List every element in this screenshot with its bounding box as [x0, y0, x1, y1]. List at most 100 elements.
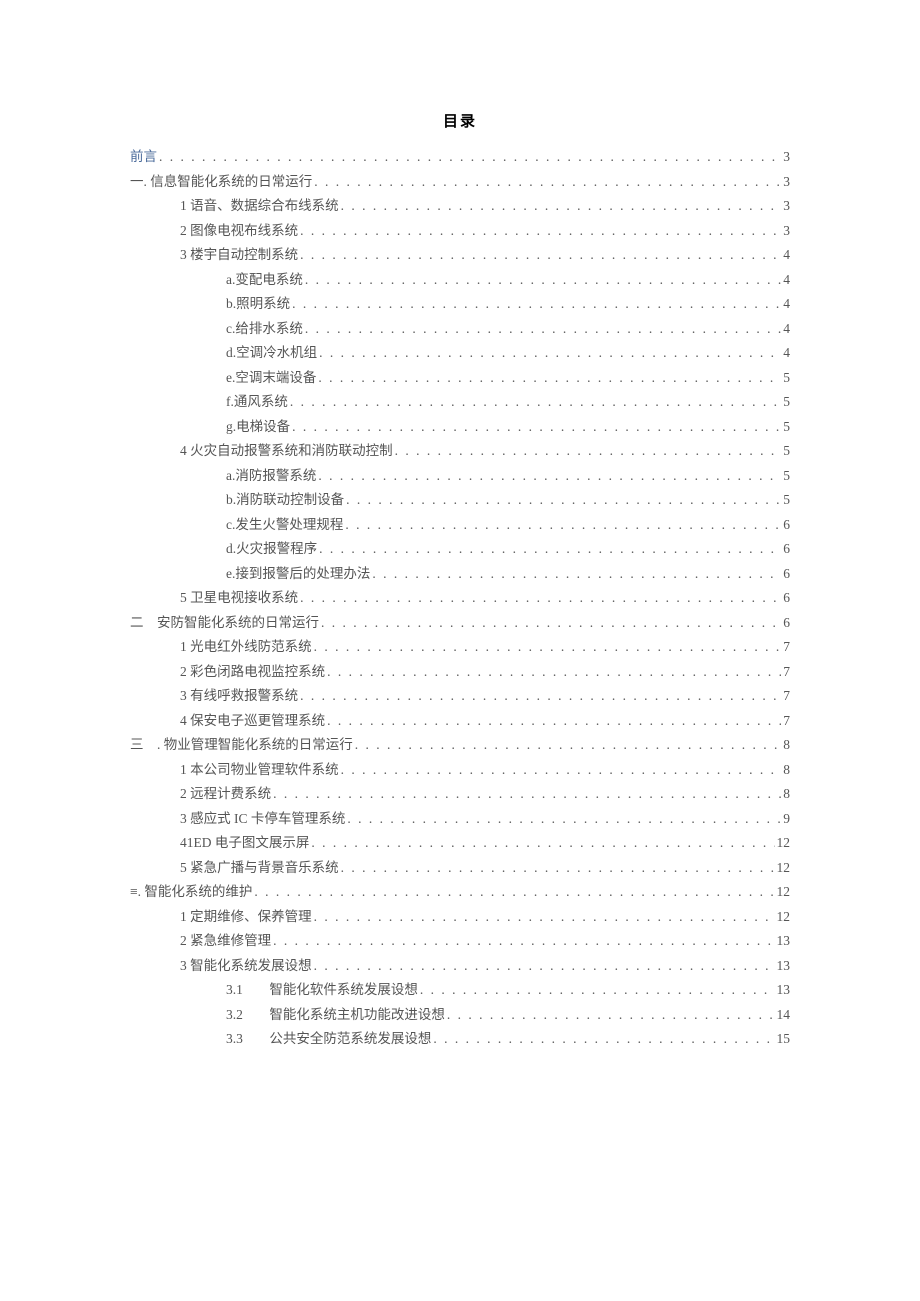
toc-leader-dots [300, 684, 781, 709]
toc-entry: 3 有线呼救报警系统 7 [130, 684, 790, 709]
toc-label: 5 卫星电视接收系统 [180, 586, 298, 611]
toc-label: b.照明系统 [226, 292, 290, 317]
toc-page-number: 12 [777, 831, 791, 856]
toc-label-text: d.火灾报警程序 [226, 541, 317, 556]
toc-label: 4 保安电子巡更管理系统 [180, 709, 325, 734]
toc-page-number: 6 [783, 586, 790, 611]
toc-page-number: 6 [783, 513, 790, 538]
toc-number: 3.2 [226, 1003, 266, 1028]
toc-leader-dots [273, 782, 781, 807]
toc-page-number: 5 [783, 464, 790, 489]
toc-label-text: 三 . 物业管理智能化系统的日常运行 [130, 737, 353, 752]
toc-entry: 一. 信息智能化系统的日常运行 3 [130, 170, 790, 195]
toc-entry: 41ED 电子图文展示屏 12 [130, 831, 790, 856]
toc-leader-dots [318, 366, 781, 391]
toc-label-text: 2 紧急维修管理 [180, 933, 271, 948]
toc-leader-dots [341, 194, 782, 219]
toc-label: d.空调冷水机组 [226, 341, 317, 366]
toc-label: 2 彩色闭路电视监控系统 [180, 660, 325, 685]
toc-entry: 3.3 公共安全防范系统发展设想 15 [130, 1027, 790, 1052]
toc-entry: f.通风系统 5 [130, 390, 790, 415]
toc-label-text: 1 定期维修、保养管理 [180, 909, 312, 924]
table-of-contents: 前言 3一. 信息智能化系统的日常运行 3 1 语音、数据综合布线系统 3 2 图像… [130, 145, 790, 1052]
toc-label-text: 4 保安电子巡更管理系统 [180, 713, 325, 728]
toc-label: 前言 [130, 145, 157, 170]
toc-page-number: 7 [783, 684, 790, 709]
toc-label-text: c.给排水系统 [226, 321, 303, 336]
toc-label-text: 3 感应式 IC 卡停车管理系统 [180, 811, 345, 826]
toc-page-number: 12 [777, 905, 791, 930]
toc-page-number: 3 [783, 170, 790, 195]
toc-page-number: 13 [777, 929, 791, 954]
toc-leader-dots [300, 243, 781, 268]
toc-label-text: e.接到报警后的处理办法 [226, 566, 370, 581]
toc-entry: b.消防联动控制设备 5 [130, 488, 790, 513]
toc-label: 3.3 公共安全防范系统发展设想 [226, 1027, 431, 1052]
toc-entry: d.火灾报警程序 6 [130, 537, 790, 562]
toc-leader-dots [300, 586, 781, 611]
toc-page-number: 4 [783, 317, 790, 342]
toc-leader-dots [355, 733, 782, 758]
toc-page-number: 8 [783, 782, 790, 807]
toc-page-number: 7 [783, 709, 790, 734]
toc-label-text: 2 远程计费系统 [180, 786, 271, 801]
toc-entry: 5 紧急广播与背景音乐系统 12 [130, 856, 790, 881]
toc-label-text: 1 语音、数据综合布线系统 [180, 198, 339, 213]
toc-page-number: 5 [783, 488, 790, 513]
toc-entry: c.发生火警处理规程 6 [130, 513, 790, 538]
toc-label: 二 安防智能化系统的日常运行 [130, 611, 319, 636]
toc-page-number: 4 [783, 292, 790, 317]
toc-label: 5 紧急广播与背景音乐系统 [180, 856, 339, 881]
toc-label: 3 感应式 IC 卡停车管理系统 [180, 807, 345, 832]
toc-leader-dots [319, 341, 781, 366]
toc-page-number: 6 [783, 537, 790, 562]
toc-entry: 4 保安电子巡更管理系统 7 [130, 709, 790, 734]
toc-label: 1 光电红外线防范系统 [180, 635, 312, 660]
toc-leader-dots [372, 562, 781, 587]
toc-entry: 2 紧急维修管理 13 [130, 929, 790, 954]
toc-label-text: 3 有线呼救报警系统 [180, 688, 298, 703]
toc-page-number: 5 [783, 439, 790, 464]
toc-entry: 5 卫星电视接收系统 6 [130, 586, 790, 611]
toc-label-text: 2 图像电视布线系统 [180, 223, 298, 238]
toc-entry: e.接到报警后的处理办法 6 [130, 562, 790, 587]
toc-label-text: 4 火灾自动报警系统和消防联动控制 [180, 443, 393, 458]
toc-label: 1 语音、数据综合布线系统 [180, 194, 339, 219]
toc-number: 3.3 [226, 1027, 266, 1052]
toc-page-number: 4 [783, 243, 790, 268]
toc-label: 2 远程计费系统 [180, 782, 271, 807]
toc-entry: g.电梯设备 5 [130, 415, 790, 440]
toc-leader-dots [341, 856, 775, 881]
toc-entry: 3.1 智能化软件系统发展设想 13 [130, 978, 790, 1003]
toc-leader-dots [273, 929, 774, 954]
toc-label: 2 紧急维修管理 [180, 929, 271, 954]
toc-entry: 3 智能化系统发展设想 13 [130, 954, 790, 979]
toc-leader-dots [346, 488, 781, 513]
toc-entry: 三 . 物业管理智能化系统的日常运行 8 [130, 733, 790, 758]
toc-page-number: 8 [783, 758, 790, 783]
toc-label: c.给排水系统 [226, 317, 303, 342]
toc-label: 3 有线呼救报警系统 [180, 684, 298, 709]
toc-entry: 3.2 智能化系统主机功能改进设想 14 [130, 1003, 790, 1028]
toc-label-text: f.通风系统 [226, 394, 288, 409]
toc-entry: ≡. 智能化系统的维护 12 [130, 880, 790, 905]
toc-label: ≡. 智能化系统的维护 [130, 880, 252, 905]
toc-label: 三 . 物业管理智能化系统的日常运行 [130, 733, 353, 758]
toc-label: 一. 信息智能化系统的日常运行 [130, 170, 312, 195]
toc-leader-dots [447, 1003, 775, 1028]
toc-leader-dots [292, 292, 781, 317]
toc-label-text: 5 卫星电视接收系统 [180, 590, 298, 605]
toc-label: a.消防报警系统 [226, 464, 316, 489]
toc-leader-dots [347, 807, 781, 832]
toc-page-number: 7 [783, 660, 790, 685]
toc-page-number: 8 [783, 733, 790, 758]
toc-entry: 3 感应式 IC 卡停车管理系统 9 [130, 807, 790, 832]
toc-label: c.发生火警处理规程 [226, 513, 343, 538]
toc-page-number: 5 [783, 390, 790, 415]
toc-label: 4 火灾自动报警系统和消防联动控制 [180, 439, 393, 464]
toc-page-number: 5 [783, 415, 790, 440]
toc-label-text: 41ED 电子图文展示屏 [180, 835, 309, 850]
toc-entry: 前言 3 [130, 145, 790, 170]
toc-label: 1 定期维修、保养管理 [180, 905, 312, 930]
toc-label-text: 1 本公司物业管理软件系统 [180, 762, 339, 777]
